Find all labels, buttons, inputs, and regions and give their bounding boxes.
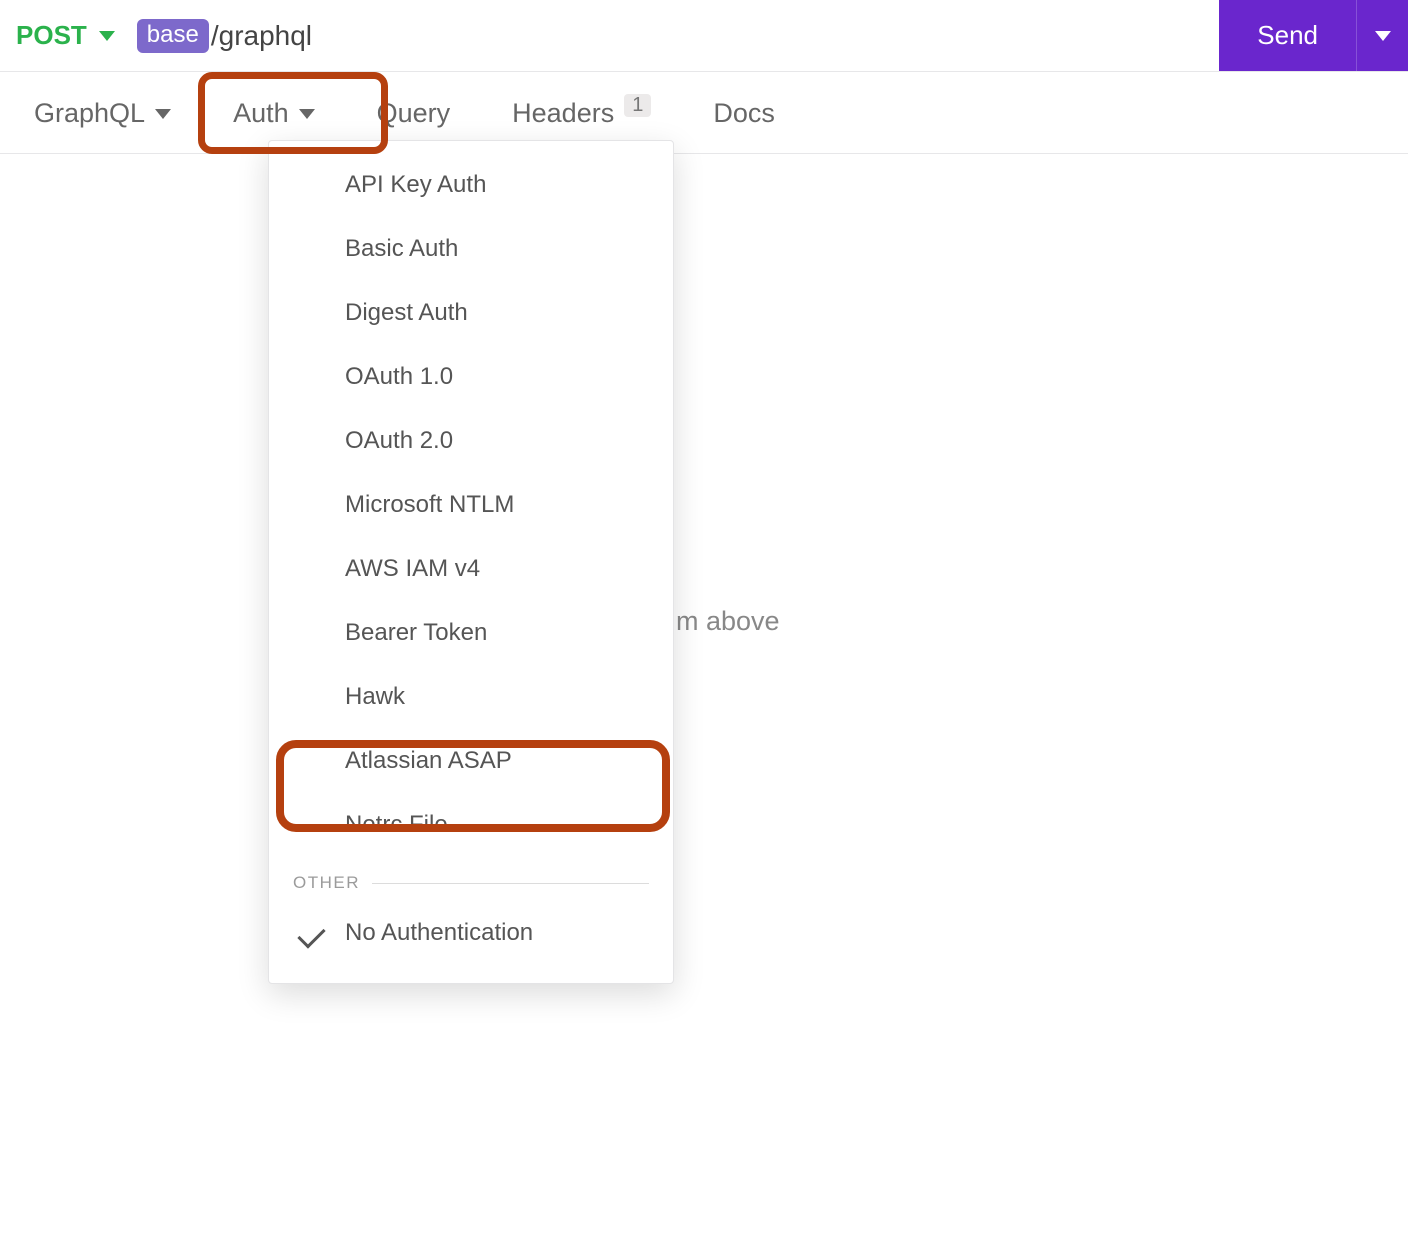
auth-option-digest[interactable]: Digest Auth xyxy=(269,281,673,345)
send-group: Send xyxy=(1219,0,1408,71)
tab-docs[interactable]: Docs xyxy=(713,98,775,129)
auth-option-aws-iam[interactable]: AWS IAM v4 xyxy=(269,537,673,601)
send-menu-button[interactable] xyxy=(1356,0,1408,71)
auth-option-hawk[interactable]: Hawk xyxy=(269,665,673,729)
dropdown-section-other: OTHER xyxy=(269,857,673,901)
tab-label: Headers xyxy=(512,98,614,129)
url-path[interactable]: /graphql xyxy=(211,20,312,52)
chevron-down-icon xyxy=(1375,31,1391,41)
send-button[interactable]: Send xyxy=(1219,0,1356,71)
tab-label: Auth xyxy=(233,98,289,129)
section-label: OTHER xyxy=(293,873,360,893)
auth-option-bearer-token[interactable]: Bearer Token xyxy=(269,601,673,665)
tab-graphql[interactable]: GraphQL xyxy=(34,98,171,129)
tab-label: Docs xyxy=(713,98,775,129)
auth-option-oauth2[interactable]: OAuth 2.0 xyxy=(269,409,673,473)
auth-option-none[interactable]: No Authentication xyxy=(269,901,673,965)
environment-tag[interactable]: base xyxy=(137,19,209,53)
tab-auth[interactable]: Auth xyxy=(233,98,315,129)
headers-count-badge: 1 xyxy=(624,94,651,117)
request-tabs: GraphQL Auth Query Headers 1 Docs xyxy=(0,72,1408,154)
http-method-label: POST xyxy=(16,20,87,51)
body-hint-text: m above xyxy=(676,606,780,637)
tab-label: GraphQL xyxy=(34,98,145,129)
auth-option-netrc[interactable]: Netrc File xyxy=(269,793,673,857)
divider xyxy=(372,883,649,884)
chevron-down-icon xyxy=(155,109,171,119)
url-bar: POST base /graphql Send xyxy=(0,0,1408,72)
auth-option-basic[interactable]: Basic Auth xyxy=(269,217,673,281)
auth-type-dropdown: API Key Auth Basic Auth Digest Auth OAut… xyxy=(268,140,674,984)
http-method-select[interactable]: POST xyxy=(16,20,115,51)
auth-option-ntlm[interactable]: Microsoft NTLM xyxy=(269,473,673,537)
auth-option-api-key[interactable]: API Key Auth xyxy=(269,153,673,217)
auth-option-oauth1[interactable]: OAuth 1.0 xyxy=(269,345,673,409)
tab-headers[interactable]: Headers 1 xyxy=(512,98,651,129)
tab-label: Query xyxy=(377,98,451,129)
auth-option-asap[interactable]: Atlassian ASAP xyxy=(269,729,673,793)
tab-query[interactable]: Query xyxy=(377,98,451,129)
chevron-down-icon xyxy=(99,31,115,41)
chevron-down-icon xyxy=(299,109,315,119)
